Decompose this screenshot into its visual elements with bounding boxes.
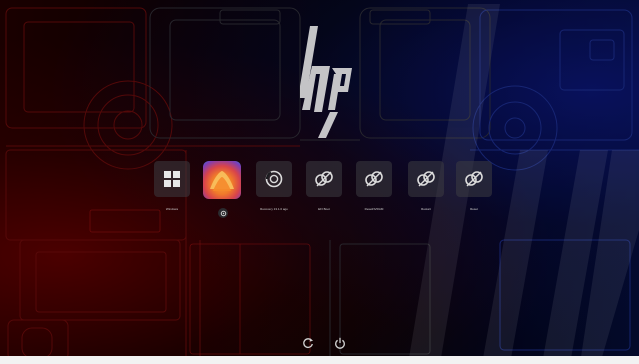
broken-link-disk-icon bbox=[315, 171, 333, 187]
broken-link-disk-icon bbox=[365, 171, 383, 187]
broken-link-disk-icon bbox=[417, 171, 435, 187]
hp-logo bbox=[300, 26, 352, 138]
boot-entry-windows[interactable]: Windows bbox=[154, 161, 190, 211]
broken-link-disk-icon bbox=[465, 171, 483, 187]
boot-entry-resetnvram[interactable]: ResetNVRAM bbox=[356, 161, 392, 211]
gear-glyph bbox=[220, 210, 226, 216]
boot-entry-macos[interactable] bbox=[203, 161, 241, 218]
boot-entry-label: Recovery 13.1.0 ago bbox=[260, 207, 288, 211]
screen-bezel-edge bbox=[0, 356, 639, 364]
reset-tile[interactable] bbox=[456, 161, 492, 197]
recovery-disk-icon bbox=[265, 170, 283, 188]
boot-entry-label: EFI Boot bbox=[318, 207, 330, 211]
macos-ventura-wave-icon bbox=[210, 171, 234, 191]
settings-gear-icon[interactable] bbox=[218, 208, 228, 218]
boot-entry-restart[interactable]: Restart bbox=[408, 161, 444, 211]
restart-icon bbox=[303, 338, 313, 348]
boot-entry-label: ResetNVRAM bbox=[364, 207, 384, 211]
restart-button[interactable] bbox=[299, 334, 317, 352]
boot-entry-list: Windows Recovery 13.1.0 ago EFI Boot Res… bbox=[152, 161, 492, 233]
boot-entry-recovery[interactable]: Recovery 13.1.0 ago bbox=[256, 161, 292, 211]
recovery-tile[interactable] bbox=[256, 161, 292, 197]
boot-entry-label: Reset bbox=[470, 207, 478, 211]
power-icon bbox=[335, 337, 345, 349]
boot-entry-reset[interactable]: Reset bbox=[456, 161, 492, 211]
boot-entry-efi-boot[interactable]: EFI Boot bbox=[306, 161, 342, 211]
windows-logo-icon bbox=[164, 171, 180, 187]
macos-ventura-app-icon[interactable] bbox=[203, 161, 241, 199]
boot-picker-screen: hp Windows bbox=[0, 0, 639, 364]
restart-tile[interactable] bbox=[408, 161, 444, 197]
efi-boot-tile[interactable] bbox=[306, 161, 342, 197]
boot-entry-label: Windows bbox=[165, 207, 179, 211]
power-controls bbox=[297, 334, 353, 352]
windows-tile[interactable] bbox=[154, 161, 190, 197]
shutdown-button[interactable] bbox=[331, 334, 349, 352]
resetnvram-tile[interactable] bbox=[356, 161, 392, 197]
